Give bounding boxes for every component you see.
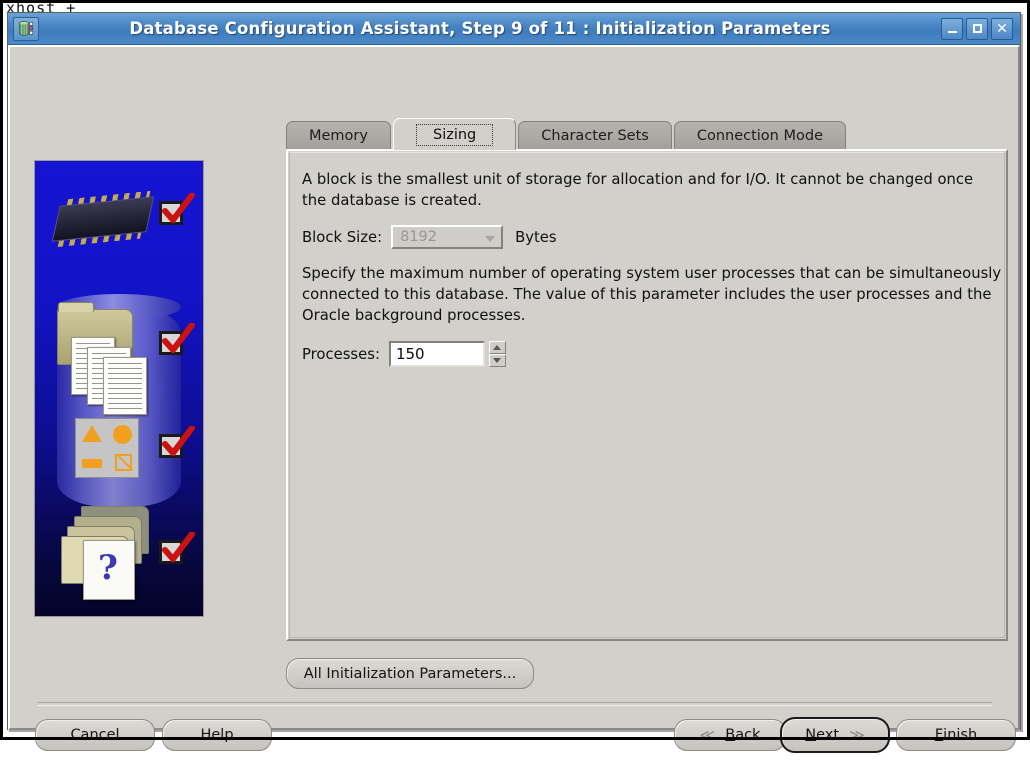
cancel-button[interactable]: Cancel xyxy=(35,719,155,751)
checkmark-4-icon xyxy=(159,532,195,566)
block-size-description: A block is the smallest unit of storage … xyxy=(302,171,974,209)
finish-button-label: inish xyxy=(943,727,978,743)
back-button[interactable]: ≪ Back xyxy=(674,719,786,751)
dialog-window: Database Configuration Assistant, Step 9… xyxy=(7,12,1021,753)
tab-character-sets[interactable]: Character Sets xyxy=(518,121,672,150)
checkmark-1-icon xyxy=(159,193,195,227)
help-button[interactable]: Help xyxy=(162,719,272,751)
processes-description: Specify the maximum number of operating … xyxy=(302,265,1002,324)
chevron-right-icon: ≫ xyxy=(849,726,865,744)
finish-button[interactable]: Finish xyxy=(896,719,1016,751)
window-title: Database Configuration Assistant, Step 9… xyxy=(129,19,831,38)
all-initialization-parameters-button[interactable]: All Initialization Parameters... xyxy=(286,658,534,689)
tab-character-sets-label: Character Sets xyxy=(541,128,649,144)
block-size-unit-label: Bytes xyxy=(515,228,557,246)
chevron-down-icon xyxy=(485,236,496,242)
chevron-left-icon: ≪ xyxy=(699,726,716,744)
block-size-label: Block Size: xyxy=(302,228,383,246)
finish-button-mnemonic: F xyxy=(934,727,944,743)
footer-separator xyxy=(38,702,992,706)
tab-strip: Memory Sizing Character Sets Connection … xyxy=(286,118,848,150)
tab-connection-mode-label: Connection Mode xyxy=(696,128,823,144)
dialog-client-area: ? Memory Sizing Character Sets Connectio… xyxy=(8,45,1020,753)
footer-button-bar: Cancel Help ≪ Back Next ≫ Finish xyxy=(10,717,1018,761)
stage-2 xyxy=(35,291,203,415)
folders-question-icon: ? xyxy=(61,506,149,600)
checkmark-2-icon xyxy=(159,323,195,357)
processes-row: Processes: 150 xyxy=(302,341,506,367)
tab-connection-mode[interactable]: Connection Mode xyxy=(673,121,846,150)
stepper-down-button[interactable] xyxy=(488,354,506,367)
shapes-panel-icon xyxy=(75,418,139,478)
back-button-label: ack xyxy=(735,727,761,743)
stage-1 xyxy=(35,179,203,279)
block-size-row: Block Size: 8192 Bytes xyxy=(302,225,557,249)
wizard-illustration: ? xyxy=(34,160,204,617)
stage-4: ? xyxy=(35,496,203,600)
title-bar: Database Configuration Assistant, Step 9… xyxy=(8,13,1020,45)
stage-3 xyxy=(35,406,203,506)
block-size-value: 8192 xyxy=(400,229,437,245)
folder-documents-icon xyxy=(57,302,147,415)
processes-label: Processes: xyxy=(302,345,380,363)
tab-sizing-label: Sizing xyxy=(415,123,494,146)
next-button-mnemonic: N xyxy=(805,727,817,743)
back-button-mnemonic: B xyxy=(725,727,736,743)
next-button-label: ext xyxy=(816,727,840,743)
window-controls: ✕ xyxy=(941,17,1013,40)
checkmark-3-icon xyxy=(159,426,195,460)
maximize-button[interactable] xyxy=(966,17,988,40)
next-button[interactable]: Next ≫ xyxy=(780,717,890,753)
processes-stepper[interactable] xyxy=(488,341,506,367)
block-size-dropdown[interactable]: 8192 xyxy=(391,225,504,249)
tab-memory[interactable]: Memory xyxy=(286,121,391,150)
minimize-button[interactable] xyxy=(941,17,963,40)
tab-sizing[interactable]: Sizing xyxy=(392,118,517,150)
sizing-tab-panel: A block is the smallest unit of storage … xyxy=(286,149,1008,641)
processes-value: 150 xyxy=(395,345,425,363)
stepper-up-button[interactable] xyxy=(488,341,506,354)
chip-icon xyxy=(51,196,155,242)
processes-input[interactable]: 150 xyxy=(388,341,485,367)
tab-memory-label: Memory xyxy=(309,128,368,144)
close-button[interactable]: ✕ xyxy=(991,17,1013,40)
